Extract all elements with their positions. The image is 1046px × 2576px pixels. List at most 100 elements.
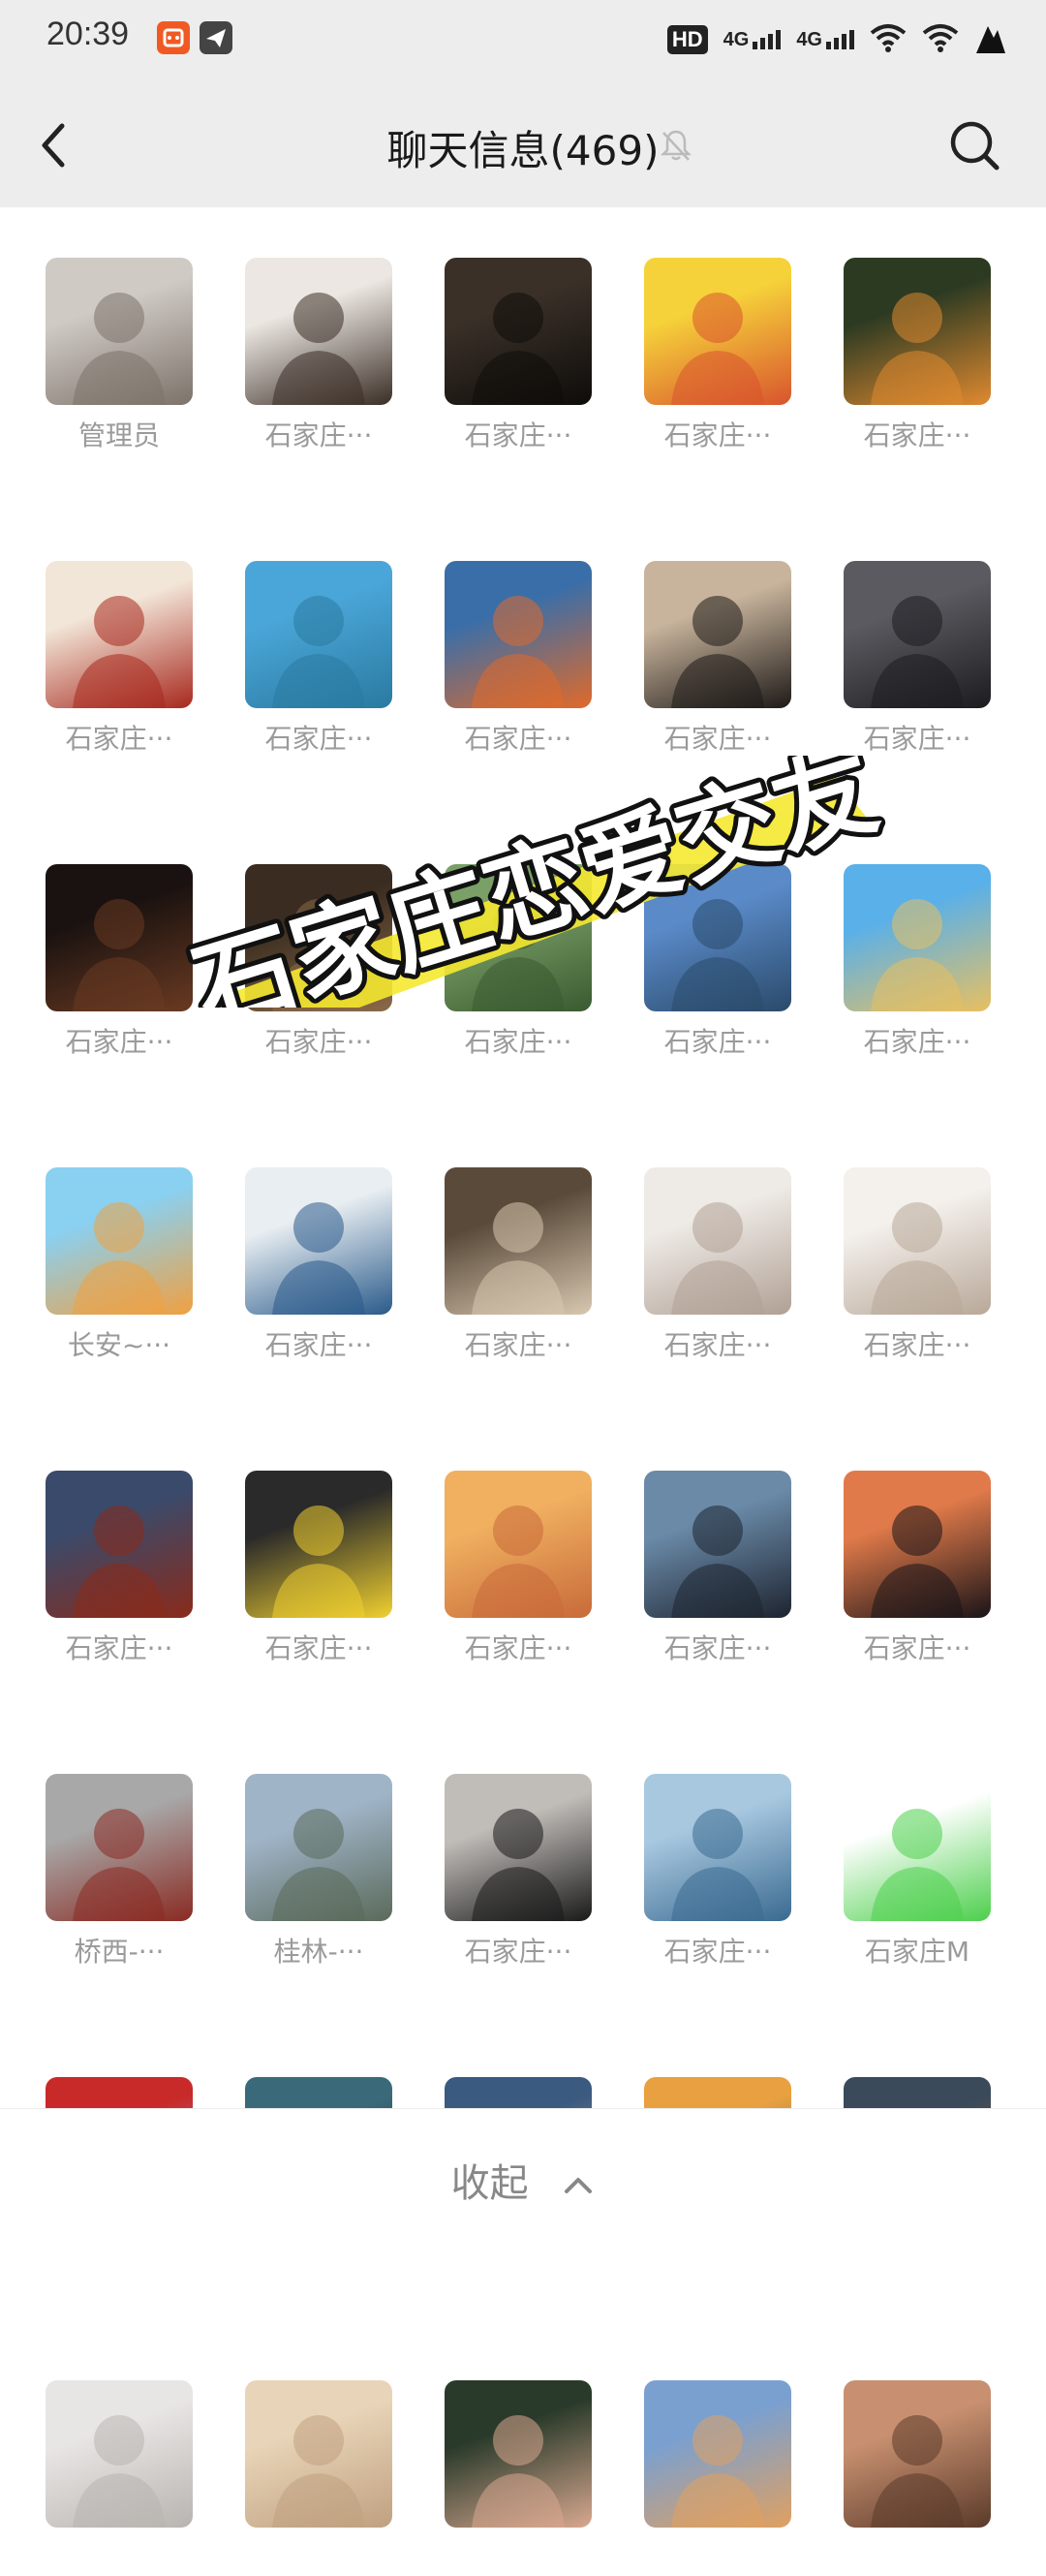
member-item[interactable] xyxy=(817,2380,1017,2576)
member-item[interactable]: 石家庄··· xyxy=(618,1774,817,1970)
member-item[interactable]: 石家庄··· xyxy=(817,864,1017,1060)
member-item[interactable]: 石家庄··· xyxy=(618,258,817,453)
member-item[interactable]: 石家庄··· xyxy=(19,864,219,1060)
member-item[interactable]: 石家庄··· xyxy=(219,1167,418,1363)
member-name: 石家庄··· xyxy=(464,1329,572,1361)
member-name: 桥西-··· xyxy=(74,1936,165,1968)
member-name: 长安~··· xyxy=(67,1329,171,1361)
member-name: 石家庄··· xyxy=(863,1632,971,1664)
member-name: 石家庄··· xyxy=(663,1026,772,1058)
member-avatar[interactable] xyxy=(46,2380,193,2528)
member-avatar[interactable] xyxy=(245,258,392,405)
member-item[interactable]: 石家庄··· xyxy=(817,1167,1017,1363)
member-avatar[interactable] xyxy=(46,864,193,1011)
member-item[interactable] xyxy=(618,2380,817,2576)
member-avatar[interactable] xyxy=(445,258,592,405)
member-item[interactable]: 石家庄··· xyxy=(219,1471,418,1666)
member-name: 石家庄··· xyxy=(65,1026,173,1058)
member-item[interactable]: 石家庄··· xyxy=(618,1167,817,1363)
member-avatar[interactable] xyxy=(46,561,193,708)
member-item[interactable]: 石家庄··· xyxy=(618,561,817,757)
member-name: 桂林-··· xyxy=(273,1936,364,1968)
member-avatar[interactable] xyxy=(445,1471,592,1618)
member-item[interactable]: 石家庄··· xyxy=(618,864,817,1060)
member-avatar[interactable] xyxy=(844,1167,991,1315)
member-item[interactable]: 石家庄··· xyxy=(219,258,418,453)
member-item[interactable] xyxy=(418,2380,618,2576)
member-name: 石家庄··· xyxy=(464,1632,572,1664)
member-item[interactable]: 石家庄··· xyxy=(19,1471,219,1666)
red-app-icon xyxy=(157,21,190,54)
chevron-up-icon xyxy=(565,2178,593,2193)
member-avatar[interactable] xyxy=(46,1167,193,1315)
member-avatar[interactable] xyxy=(46,258,193,405)
member-item[interactable]: 桥西-··· xyxy=(19,1774,219,1970)
member-avatar[interactable] xyxy=(245,1167,392,1315)
battery-icon xyxy=(974,20,1007,60)
member-item[interactable]: 管理员 xyxy=(19,258,219,453)
member-avatar[interactable] xyxy=(445,1774,592,1921)
member-avatar[interactable] xyxy=(644,864,791,1011)
member-item[interactable]: 石家庄··· xyxy=(219,864,418,1060)
member-item[interactable]: 石家庄··· xyxy=(418,1167,618,1363)
member-item[interactable]: 石家庄··· xyxy=(418,1471,618,1666)
header: 聊天信息(469) xyxy=(0,79,1046,207)
member-avatar[interactable] xyxy=(46,1774,193,1921)
member-avatar[interactable] xyxy=(844,864,991,1011)
member-avatar[interactable] xyxy=(245,2380,392,2528)
member-avatar[interactable] xyxy=(644,1774,791,1921)
member-avatar[interactable] xyxy=(644,1167,791,1315)
member-item[interactable]: 石家庄··· xyxy=(418,561,618,757)
member-item[interactable]: 长安~··· xyxy=(19,1167,219,1363)
member-avatar[interactable] xyxy=(245,561,392,708)
member-avatar[interactable] xyxy=(644,2380,791,2528)
member-avatar[interactable] xyxy=(445,561,592,708)
member-name: 石家庄··· xyxy=(663,723,772,755)
status-bar: 20:39 HD 4G 4G xyxy=(0,0,1046,79)
member-avatar[interactable] xyxy=(844,1471,991,1618)
member-avatar[interactable] xyxy=(245,1471,392,1618)
collapse-button[interactable]: 收起 xyxy=(0,2152,1046,2208)
member-name: 石家庄··· xyxy=(863,419,971,451)
wifi-icon xyxy=(870,23,907,57)
member-name: 石家庄··· xyxy=(863,1329,971,1361)
member-item[interactable]: 石家庄··· xyxy=(817,561,1017,757)
member-name: 石家庄··· xyxy=(663,1632,772,1664)
member-name: 石家庄··· xyxy=(464,723,572,755)
member-avatar[interactable] xyxy=(844,258,991,405)
member-item[interactable]: 石家庄··· xyxy=(817,1471,1017,1666)
member-item[interactable] xyxy=(19,2380,219,2576)
member-avatar[interactable] xyxy=(445,864,592,1011)
member-avatar[interactable] xyxy=(644,1471,791,1618)
member-item[interactable]: 石家庄M xyxy=(817,1774,1017,1970)
member-name: 石家庄··· xyxy=(464,1936,572,1968)
member-avatar[interactable] xyxy=(445,2380,592,2528)
signal-4g-icon: 4G xyxy=(723,30,782,49)
member-avatar[interactable] xyxy=(644,561,791,708)
member-item[interactable]: 石家庄··· xyxy=(19,561,219,757)
member-avatar[interactable] xyxy=(844,2380,991,2528)
member-item[interactable]: 石家庄··· xyxy=(418,1774,618,1970)
member-avatar[interactable] xyxy=(445,1167,592,1315)
member-name: 石家庄··· xyxy=(264,1632,373,1664)
search-icon[interactable] xyxy=(947,118,1001,172)
member-avatar[interactable] xyxy=(245,864,392,1011)
member-item[interactable]: 桂林-··· xyxy=(219,1774,418,1970)
member-avatar[interactable] xyxy=(245,1774,392,1921)
member-item[interactable]: 石家庄··· xyxy=(418,864,618,1060)
member-avatar[interactable] xyxy=(844,561,991,708)
member-name: 管理员 xyxy=(77,419,160,451)
member-item[interactable] xyxy=(219,2380,418,2576)
member-item[interactable]: 石家庄··· xyxy=(618,1471,817,1666)
member-item[interactable]: 石家庄··· xyxy=(219,561,418,757)
member-item[interactable]: 石家庄··· xyxy=(817,258,1017,453)
bottom-panel: 收起 xyxy=(0,2108,1046,2267)
send-app-icon xyxy=(200,21,232,54)
member-avatar[interactable] xyxy=(46,1471,193,1618)
member-name: 石家庄M xyxy=(864,1936,970,1968)
member-item[interactable]: 石家庄··· xyxy=(418,258,618,453)
member-avatar[interactable] xyxy=(644,258,791,405)
member-name: 石家庄··· xyxy=(663,1329,772,1361)
member-avatar[interactable] xyxy=(844,1774,991,1921)
member-name: 石家庄··· xyxy=(264,1026,373,1058)
